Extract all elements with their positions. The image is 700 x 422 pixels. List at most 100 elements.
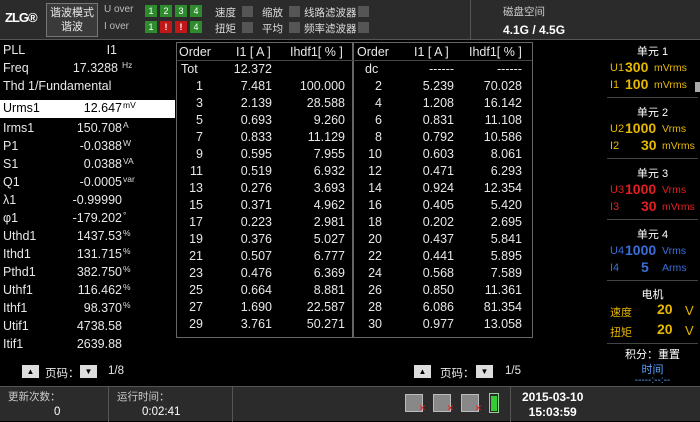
- table-cell: 13: [189, 181, 203, 195]
- param-unit: VA: [123, 156, 134, 166]
- unit-block-1[interactable]: 单元 1 U1 300 mVrms I1 100 mVrms: [607, 40, 698, 98]
- param-unit: A: [123, 120, 129, 130]
- table-cell: 20: [368, 232, 382, 246]
- table-cell: 25: [189, 283, 203, 297]
- table-cell: 3.761: [240, 317, 272, 331]
- voltage-range-unit: Vrms: [662, 245, 687, 257]
- param-unit: Hz: [122, 60, 133, 70]
- current-range-value: 30: [641, 198, 657, 214]
- line-filter-indicator: [358, 6, 369, 17]
- table-cell: 5: [196, 113, 203, 127]
- i-over-ch4: 4: [190, 21, 202, 33]
- param-row: Urms1 12.647 mV: [0, 100, 175, 118]
- table-cell: 0.223: [240, 215, 272, 229]
- unit-block-4[interactable]: 单元 4 U4 1000 Vrms I4 5 Arms: [607, 223, 698, 281]
- i-over-ch1: 1: [145, 21, 157, 33]
- page-down-button-right[interactable]: ▼: [476, 365, 493, 378]
- side-handle-icon[interactable]: [695, 82, 700, 92]
- param-row: Irms1 150.708 A: [0, 120, 175, 138]
- table-cell: 26: [368, 283, 382, 297]
- table-cell: 0.977: [422, 317, 454, 331]
- table-cell: 2: [375, 79, 382, 93]
- param-label: P1: [3, 139, 19, 153]
- table-cell: 0.376: [240, 232, 272, 246]
- table-cell: 19: [189, 232, 203, 246]
- table-header-divider: [177, 60, 532, 61]
- table-header-cell: I1 [ A ]: [236, 45, 271, 59]
- network-status-icon: ✕: [405, 394, 426, 413]
- voltage-range-value: 300: [625, 59, 649, 75]
- param-row: Q1 -0.0005 var: [0, 174, 175, 192]
- footer-divider-3: [510, 387, 511, 422]
- i-over-ch3-alert: !: [175, 21, 187, 33]
- battery-icon: [489, 393, 499, 413]
- table-cell: 12.354: [483, 181, 522, 195]
- param-label: Pthd1: [3, 265, 36, 279]
- u-over-ch3: 3: [175, 5, 187, 17]
- param-unit: °: [123, 210, 127, 220]
- integration-label: 时间: [641, 364, 664, 376]
- table-cell: 0.507: [240, 249, 272, 263]
- param-label: Irms1: [3, 121, 35, 135]
- table-cell: 0.471: [422, 164, 454, 178]
- table-cell: 5.027: [313, 232, 345, 246]
- speed-unit: V: [685, 303, 694, 318]
- current-channel-label: I4: [610, 262, 620, 274]
- param-row: φ1 -179.202 °: [0, 210, 175, 228]
- table-cell: 22: [368, 249, 382, 263]
- table-header-cell: I1 [ A ]: [414, 45, 449, 59]
- page-up-button-right[interactable]: ▲: [414, 365, 431, 378]
- unit-block-2[interactable]: 单元 2 U2 1000 Vrms I2 30 mVrms: [607, 101, 698, 159]
- table-cell: 0.831: [422, 113, 454, 127]
- pager-label-left: 页码：: [45, 368, 80, 380]
- page-up-button-left[interactable]: ▲: [22, 365, 39, 378]
- table-cell: 24: [368, 266, 382, 280]
- disk-space-value: 4.1G / 4.5G: [503, 23, 566, 37]
- param-label: Ithf1: [3, 301, 28, 315]
- table-cell: 5.420: [490, 198, 522, 212]
- voltage-channel-label: U4: [610, 245, 625, 257]
- table-cell: 11.361: [484, 283, 522, 297]
- param-label: Thd 1/Fundamental: [3, 79, 112, 93]
- table-cell: 17: [189, 215, 203, 229]
- table-cell: 2.695: [490, 215, 522, 229]
- param-label: Uthd1: [3, 229, 37, 243]
- unit-block-3[interactable]: 单元 3 U3 1000 Vrms I3 30 mVrms: [607, 162, 698, 220]
- table-cell: 0.693: [240, 113, 272, 127]
- table-cell: 22.587: [306, 300, 345, 314]
- table-cell: 0.833: [240, 130, 272, 144]
- param-value: 150.708: [76, 121, 122, 135]
- param-unit: %: [123, 228, 131, 238]
- torque-value: 20: [657, 321, 673, 337]
- table-cell: 8.061: [490, 147, 522, 161]
- table-cell: 0.371: [240, 198, 272, 212]
- table-cell: 81.354: [483, 300, 522, 314]
- param-value: -179.202: [72, 211, 122, 225]
- param-value: 1437.53: [76, 229, 122, 243]
- date-display: 2015-03-10: [522, 390, 584, 404]
- page-down-button-left[interactable]: ▼: [80, 365, 97, 378]
- current-range-unit: mVrms: [654, 79, 687, 91]
- table-cell: 4.962: [313, 198, 345, 212]
- param-unit: %: [123, 246, 131, 256]
- table-cell: 21: [189, 249, 203, 263]
- table-cell: 0.603: [422, 147, 454, 161]
- table-cell: 16.142: [483, 96, 522, 110]
- table-cell: 11.129: [307, 130, 345, 144]
- motor-block[interactable]: 电机 速度 20 V 扭矩 20 V: [607, 284, 698, 344]
- mode-indicator[interactable]: 谐波模式 谐波: [46, 3, 98, 37]
- param-value: 98.370: [83, 301, 122, 315]
- table-cell: 0.924: [422, 181, 454, 195]
- param-label: Urms1: [3, 101, 40, 115]
- pager-left: ▲ 页码： ▼ 1/8: [0, 364, 175, 380]
- current-channel-label: I2: [610, 140, 620, 152]
- table-cell: 8: [375, 130, 382, 144]
- mode-subtitle: 谐波: [61, 21, 83, 33]
- print-status-icon: ✕: [461, 394, 482, 413]
- bottom-status-bar: 更新次数： 0 运行时间： 0:02:41 ✕ ✕ ✕ 2015-03-10 1…: [0, 386, 700, 422]
- line-filter-label: 线路滤波器: [304, 7, 357, 19]
- voltage-range-value: 1000: [625, 242, 657, 258]
- table-cell: 29: [189, 317, 203, 331]
- current-range-value: 30: [641, 137, 657, 153]
- i-over-ch2-alert: !: [160, 21, 172, 33]
